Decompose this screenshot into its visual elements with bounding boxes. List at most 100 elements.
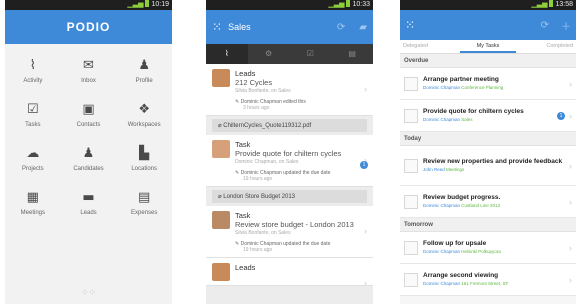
app-tile-label: Leads [80,210,97,216]
card-subtitle: 212 Cycles [235,78,273,87]
card-subtitle: Provide quote for chiltern cycles [235,149,342,158]
profile-icon: ♟ [138,58,150,73]
task-checkbox[interactable] [404,240,418,255]
expenses-icon: ▤ [138,190,151,205]
task-checkbox[interactable] [404,108,418,123]
tab-my-tasks[interactable]: My Tasks [459,40,517,53]
stream-card[interactable]: Leads › [206,258,373,288]
activity-line: ✎ Dominic Chapman edited this 3 hours ago [235,99,367,111]
grid-menu-icon[interactable]: ⁙ [212,20,222,34]
task-text: Review budget progress. Dominic Chapman C… [423,194,565,209]
phone-workspace-stream: ▁▃▅ 10:33 ⁙ Sales ⟳ ▰ ⌇ ⚙ ☑ ▤ Leads 212 Cy… [206,0,373,304]
battery-icon [145,0,150,7]
activity-icon: ⌇ [29,58,36,73]
chevron-right-icon: › [569,274,572,285]
file-attachment[interactable]: ⌀ London Store Budget 2013 [212,190,367,203]
task-assignee: Dominic Chapman [423,117,461,122]
card-title: Task [235,140,251,149]
status-time: 10:33 [352,1,370,8]
task-meta: Dominic Chapman 161 Fremont Street, SF [423,280,565,287]
stream-card[interactable]: Task Provide quote for chiltern cycles Dom… [206,135,373,187]
task-workspace: 161 Fremont Street, SF [461,281,509,286]
app-tile[interactable]: ▦ Meetings [5,190,61,224]
app-tile-label: Expenses [130,210,158,216]
comment-count-badge: 1 [557,111,565,120]
card-text: Task Review store budget - London 2013 Sil… [235,211,354,237]
refresh-icon[interactable]: ⟳ [541,20,549,31]
all-apps-icon[interactable]: ⁘⁘ [5,288,172,298]
phone-home-screen: ▁▃▅ 10:19 PODIO ⌇ Activity ✉ Inbox ♟ Profile ☑ T… [5,0,172,304]
stream-card[interactable]: Task Review store budget - London 2013 Sil… [206,206,373,258]
tab-activity-icon[interactable]: ⌇ [206,44,248,64]
battery-icon [549,0,554,7]
leads-icon: ▬ [82,190,95,205]
card-title: Task [235,211,251,220]
app-grid: ⌇ Activity ✉ Inbox ♟ Profile ☑ Tasks ▣ Contacts ❖ W… [5,44,172,224]
meetings-icon: ▦ [26,190,39,205]
workspace-header: ⁙ Sales ⟳ ▰ [206,10,373,44]
status-time: 13:58 [555,1,573,8]
app-tile[interactable]: ❖ Workspaces [116,102,172,136]
chevron-right-icon: › [569,242,572,253]
comment-count-badge: 1 [360,161,368,169]
tab-files-icon[interactable]: ▤ [331,44,373,64]
task-assignee: Dominic Chapman [423,249,461,254]
add-task-icon[interactable]: ＋ [561,18,571,33]
app-tile[interactable]: ▤ Expenses [116,190,172,224]
task-row[interactable]: Provide quote for chiltern cycles Dominic… [400,100,576,132]
task-row[interactable]: Review budget progress. Dominic Chapman C… [400,186,576,218]
app-tile[interactable]: ♟ Profile [116,58,172,92]
avatar [212,69,230,87]
tab-completed[interactable]: Completed [516,40,576,53]
task-meta: Dominic Chapman Sales [423,116,557,123]
task-text: Arrange partner meeting Dominic Chapman C… [423,76,565,91]
chevron-right-icon: › [364,278,367,288]
task-row[interactable]: Follow up for upsale Dominic Chapman Hels… [400,232,576,264]
app-tile[interactable]: ▙ Locations [116,146,172,180]
app-tile[interactable]: ▣ Contacts [61,102,117,136]
task-tabs: Delegated My Tasks Completed [400,40,576,54]
card-text: Leads 212 Cycles Silvia Bonfante, on Sales [235,69,291,95]
tab-settings-icon[interactable]: ⚙ [248,44,290,64]
card-meta: Dominic Chapman, on Sales [235,159,299,165]
app-tile-label: Projects [21,166,44,172]
task-checkbox[interactable] [404,158,418,173]
app-tile[interactable]: ▬ Leads [61,190,117,224]
task-title: Arrange partner meeting [423,76,499,83]
chat-icon[interactable]: ▰ [359,22,367,33]
task-checkbox[interactable] [404,272,418,287]
app-tile[interactable]: ♟ Candidates [61,146,117,180]
task-title: Follow up for upsale [423,240,487,247]
task-row[interactable]: Arrange partner meeting Dominic Chapman C… [400,68,576,100]
task-meta: John Reed Meetings [423,166,565,173]
app-tile[interactable]: ✉ Inbox [61,58,117,92]
task-meta: Dominic Chapman Conference Planning [423,84,565,91]
task-title: Provide quote for chiltern cycles [423,108,524,115]
activity-time: 19 hours ago [243,247,273,253]
activity-line: ✎ Dominic Chapman updated the due date 19… [235,170,367,182]
task-checkbox[interactable] [404,194,418,209]
contacts-icon: ▣ [82,102,95,117]
refresh-icon[interactable]: ⟳ [337,22,345,33]
app-tile[interactable]: ☁ Projects [5,146,61,180]
tab-tasks-icon[interactable]: ☑ [290,44,332,64]
app-tile[interactable]: ☑ Tasks [5,102,61,136]
app-tile-label: Meetings [20,210,45,216]
task-title: Review new properties and provide feedba… [423,158,563,165]
card-row: Leads [212,263,367,281]
app-tile[interactable]: ⌇ Activity [5,58,61,92]
task-assignee: John Reed [423,167,445,172]
signal-icon: ▁▃▅ [531,1,548,8]
avatar [212,263,230,281]
task-row[interactable]: Review new properties and provide feedba… [400,146,576,186]
grid-menu-icon[interactable]: ⁙ [405,18,529,32]
card-title: Leads [235,69,256,78]
file-attachment[interactable]: ⌀ ChilternCycles_Quote119312.pdf [212,119,367,132]
tab-delegated[interactable]: Delegated [400,40,460,53]
section-header: Tomorrow [400,218,576,232]
task-row[interactable]: Arrange second viewing Dominic Chapman 16… [400,264,576,296]
section-header: Overdue [400,54,576,68]
task-checkbox[interactable] [404,76,418,91]
signal-icon: ▁▃▅ [328,1,345,8]
stream-card[interactable]: Leads 212 Cycles Silvia Bonfante, on Sales… [206,64,373,116]
